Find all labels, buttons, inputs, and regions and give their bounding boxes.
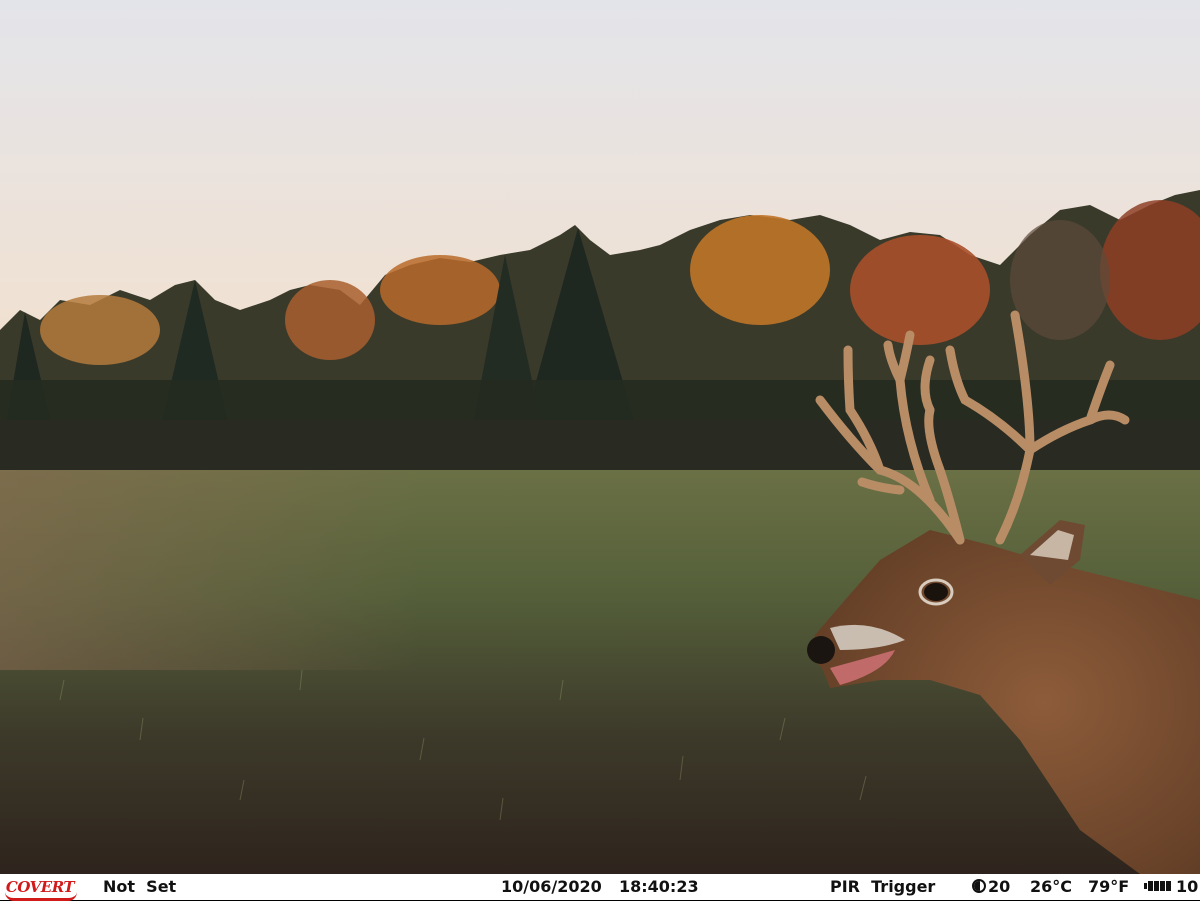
battery-icon [1144,879,1174,893]
brand-logo: COVERT [3,878,77,901]
temperature-celsius: 26°C [1030,877,1073,896]
mode-label: Not Set [103,877,177,896]
battery-status: 10 [1144,874,1198,900]
time-label: 18:40:23 [619,877,699,896]
moon-phase-value: 20 [988,877,1011,896]
moon-phase: 20 [972,874,1010,900]
camera-info-bar: COVERT Not Set 10/06/2020 18:40:23 PIR T… [0,874,1200,901]
trail-camera-photo [0,0,1200,874]
moon-phase-icon [972,879,986,893]
photo-canvas [0,0,1200,874]
battery-value: 10 [1176,877,1199,896]
trigger-label: PIR Trigger [830,877,936,896]
date-label: 10/06/2020 [501,877,602,896]
temperature-fahrenheit: 79°F [1088,877,1130,896]
